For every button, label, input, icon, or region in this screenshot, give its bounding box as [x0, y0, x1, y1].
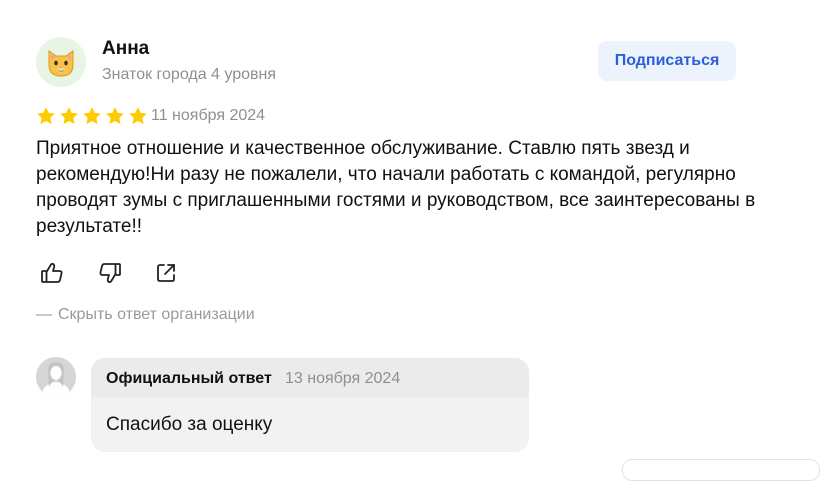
org-reply-date: 13 ноября 2024 — [285, 370, 401, 387]
subscribe-button[interactable]: Подписаться — [598, 41, 736, 81]
official-reply-label: Официальный ответ — [106, 370, 272, 387]
star-icon — [60, 107, 78, 125]
share-button[interactable] — [152, 259, 180, 287]
dislike-button[interactable] — [96, 259, 124, 287]
author-name[interactable]: Анна — [102, 38, 149, 60]
org-reply-header: Официальный ответ 13 ноября 2024 — [91, 358, 529, 397]
org-reply-text: Спасибо за оценку — [106, 414, 273, 435]
star-icon — [129, 107, 147, 125]
toggle-label: Скрыть ответ организации — [58, 306, 255, 323]
hide-org-reply-toggle[interactable]: — Скрыть ответ организации — [36, 306, 255, 324]
star-icon — [106, 107, 124, 125]
review-date: 11 ноября 2024 — [151, 107, 266, 124]
rating-stars — [36, 106, 148, 126]
like-button[interactable] — [38, 259, 66, 287]
thumbs-up-icon — [41, 262, 63, 283]
next-card-edge — [622, 459, 820, 481]
review-text: Приятное отношение и качественное обслуж… — [36, 138, 756, 237]
author-avatar[interactable] — [36, 37, 86, 87]
star-icon — [37, 107, 55, 125]
star-icon — [83, 107, 101, 125]
cat-face-icon — [48, 50, 74, 77]
org-avatar — [36, 357, 76, 397]
author-level: Знаток города 4 уровня — [102, 66, 277, 83]
toggle-dash: — — [36, 306, 52, 323]
share-icon — [157, 264, 175, 282]
user-silhouette-icon — [36, 357, 76, 397]
thumbs-down-icon — [99, 263, 121, 284]
org-reply-bubble: Официальный ответ 13 ноября 2024 Спасибо… — [91, 358, 529, 452]
